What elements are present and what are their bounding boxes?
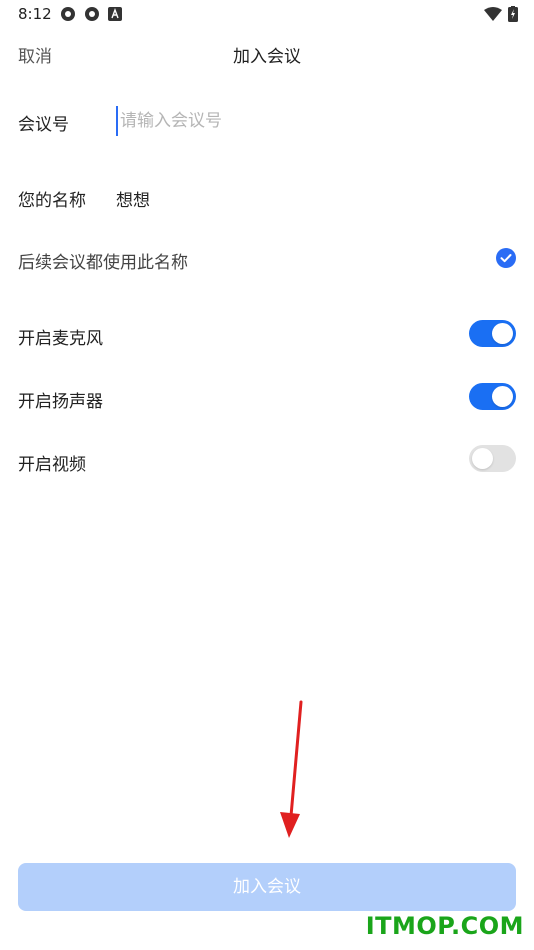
name-field[interactable]: 想想 (116, 186, 150, 211)
app-notification-icon (85, 7, 99, 21)
speaker-toggle[interactable] (469, 383, 516, 410)
speaker-label: 开启扬声器 (18, 392, 103, 412)
app-notification-icon (61, 7, 75, 21)
battery-charging-icon (508, 6, 518, 22)
page-title: 加入会议 (233, 47, 301, 67)
system-status-icons (484, 6, 518, 22)
toggle-knob (492, 386, 513, 407)
join-meeting-button[interactable]: 加入会议 (18, 863, 516, 911)
watermark: ITMOP.COM (365, 912, 524, 940)
toggle-knob (492, 323, 513, 344)
remember-name-label: 后续会议都使用此名称 (18, 253, 188, 273)
check-icon (500, 254, 512, 263)
meeting-id-input[interactable] (116, 106, 516, 136)
notification-icons (60, 6, 122, 22)
mic-toggle[interactable] (469, 320, 516, 347)
video-toggle[interactable] (469, 445, 516, 472)
remember-name-checkbox[interactable] (496, 248, 516, 268)
meeting-id-label: 会议号 (18, 115, 69, 135)
video-label: 开启视频 (18, 455, 86, 475)
wifi-icon (484, 7, 502, 21)
name-label: 您的名称 (18, 191, 86, 211)
annotation-arrow-icon (280, 700, 303, 838)
nav-bar: 取消 加入会议 (0, 36, 534, 72)
mic-label: 开启麦克风 (18, 329, 103, 349)
toggle-knob (472, 448, 493, 469)
font-notification-icon (108, 7, 122, 21)
status-time: 8:12 (18, 5, 52, 23)
status-bar: 8:12 (0, 0, 534, 28)
